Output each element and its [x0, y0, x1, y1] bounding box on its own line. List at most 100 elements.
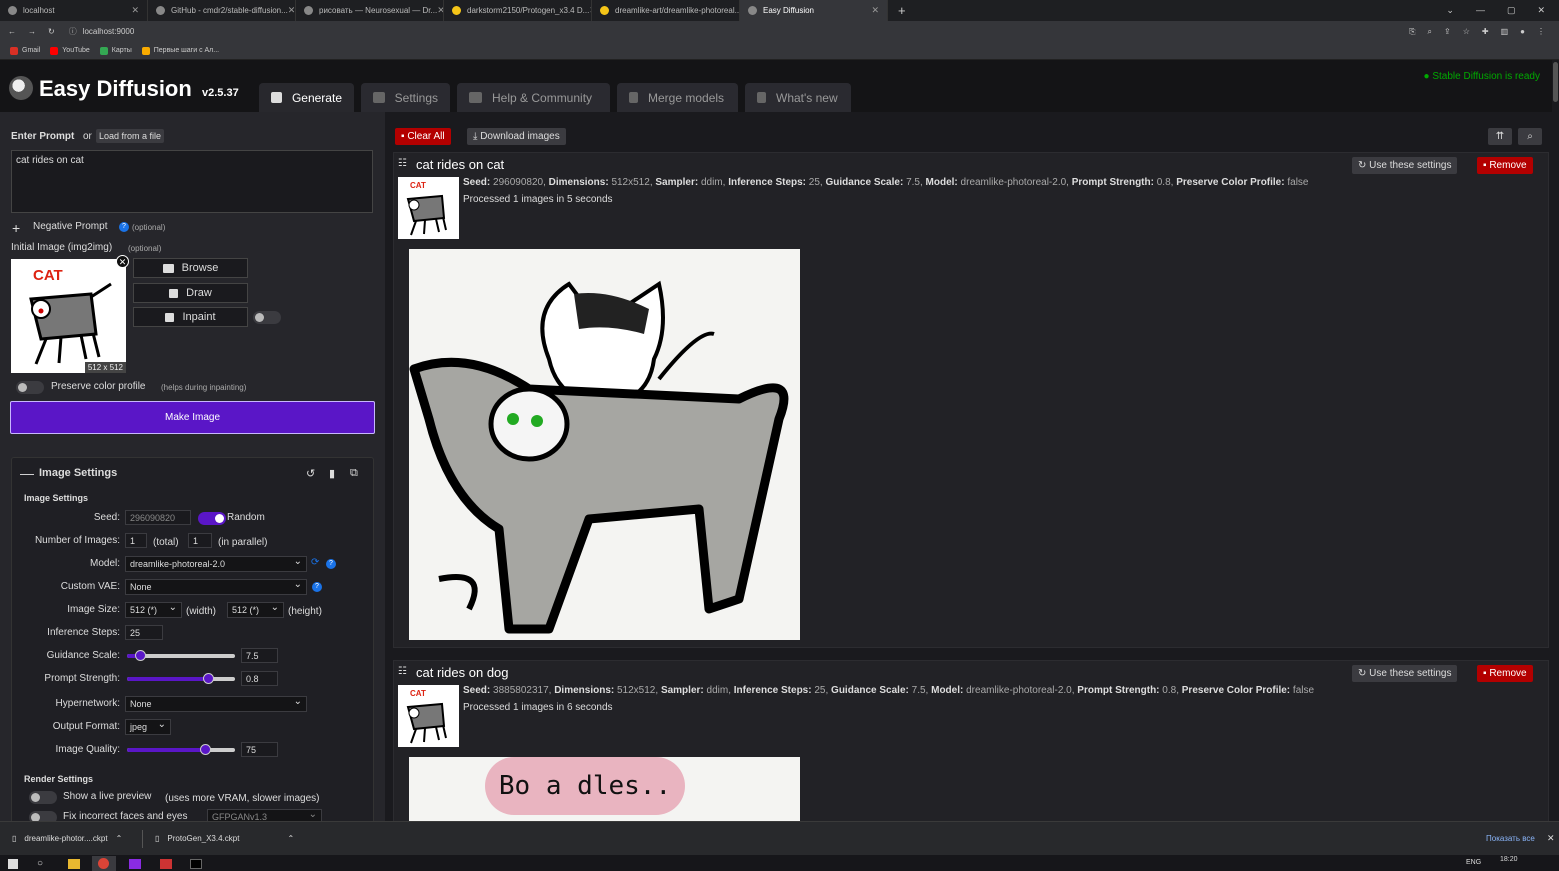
translate-icon[interactable]: ⎘	[1409, 27, 1415, 37]
tab-settings[interactable]: Settings	[361, 83, 450, 112]
windows-start-icon[interactable]	[8, 859, 18, 869]
new-tab-button[interactable]: +	[888, 0, 916, 21]
live-preview-toggle[interactable]	[29, 791, 57, 804]
task-title[interactable]: cat rides on cat	[416, 157, 504, 172]
chevron-up-icon[interactable]: ⌃	[287, 834, 294, 843]
chevron-up-icon[interactable]: ⌃	[116, 834, 123, 843]
minimize-icon[interactable]: —	[1476, 0, 1485, 21]
task-thumbnail[interactable]: CAT	[398, 685, 459, 747]
app-icon[interactable]	[129, 859, 141, 869]
tab-merge-models[interactable]: Merge models	[617, 83, 738, 112]
height-select[interactable]: 512 (*)	[227, 602, 284, 618]
num-parallel-input[interactable]: 1	[188, 533, 212, 548]
steps-input[interactable]: 25	[125, 625, 163, 640]
scrollbar-thumb[interactable]	[1553, 62, 1558, 102]
download-images-button[interactable]: ⤓ Download images	[467, 128, 566, 145]
preserve-color-toggle[interactable]	[16, 381, 44, 394]
close-icon[interactable]: ✕	[131, 5, 139, 16]
vae-select[interactable]: None	[125, 579, 307, 595]
tab-whats-new[interactable]: What's new	[745, 83, 851, 112]
bookmark-star-icon[interactable]: ☆	[1463, 27, 1470, 37]
close-icon[interactable]: ✕	[871, 5, 879, 16]
menu-icon[interactable]: ⋮	[1537, 27, 1545, 37]
bookmark-maps[interactable]: Карты	[99, 46, 132, 55]
app-icon[interactable]	[160, 859, 172, 869]
close-icon[interactable]: ✕	[1547, 833, 1555, 844]
bookmark-youtube[interactable]: YouTube	[50, 46, 90, 55]
hypernetwork-select[interactable]: None	[125, 696, 307, 712]
width-select[interactable]: 512 (*)	[125, 602, 182, 618]
collapse-all-button[interactable]: ⇈	[1488, 128, 1512, 145]
strength-slider[interactable]	[127, 673, 235, 684]
browser-tab[interactable]: localhost ✕	[0, 0, 148, 21]
collapse-icon[interactable]: —	[20, 465, 34, 481]
task-title[interactable]: cat rides on dog	[416, 665, 509, 680]
use-settings-button[interactable]: ↻ Use these settings	[1352, 665, 1458, 682]
extensions-icon[interactable]: ✚	[1482, 27, 1489, 37]
browser-tab[interactable]: dreamlike-art/dreamlike-photoreal...✕	[592, 0, 740, 21]
search-button[interactable]: ⌕	[1518, 128, 1542, 145]
bookmark-first-steps[interactable]: Первые шаги с Ал...	[141, 46, 219, 55]
seed-input[interactable]: 296090820	[125, 510, 191, 525]
help-icon[interactable]: ?	[312, 582, 322, 592]
format-select[interactable]: jpeg	[125, 719, 171, 735]
strength-input[interactable]: 0.8	[241, 671, 278, 686]
slider-handle[interactable]	[134, 650, 146, 661]
slider-handle[interactable]	[203, 673, 214, 684]
tab-generate[interactable]: Generate	[259, 83, 354, 112]
quality-slider[interactable]	[127, 744, 235, 755]
close-icon[interactable]: ✕	[437, 5, 443, 16]
sidebar-icon[interactable]: ▥	[1501, 27, 1509, 37]
generated-image[interactable]: Bo a dles..	[409, 757, 800, 821]
chrome-taskbar-button[interactable]	[92, 856, 116, 871]
back-icon[interactable]: ←	[8, 27, 16, 36]
download-item[interactable]: ▯ ProtoGen_X3.4.ckpt ⌃	[155, 834, 294, 843]
forward-icon[interactable]: →	[28, 27, 36, 36]
face-model-select[interactable]: GFPGANv1.3	[207, 809, 322, 821]
browser-tab[interactable]: рисовать — Neurosexual — Dr... ✕	[296, 0, 444, 21]
image-settings-title[interactable]: Image Settings	[39, 467, 117, 479]
fix-faces-toggle[interactable]	[29, 811, 57, 821]
guidance-input[interactable]: 7.5	[241, 648, 278, 663]
drag-handle-icon[interactable]: ☷	[398, 666, 407, 677]
window-close-icon[interactable]: ✕	[1537, 0, 1545, 21]
clock[interactable]: 18:20	[1500, 856, 1518, 863]
bookmark-gmail[interactable]: Gmail	[10, 46, 40, 55]
clipboard-icon[interactable]: ▮	[329, 467, 335, 480]
draw-button[interactable]: Draw	[133, 283, 248, 303]
url-field[interactable]: localhost:9000	[83, 27, 135, 36]
model-select[interactable]: dreamlike-photoreal-2.0	[125, 556, 307, 572]
maximize-icon[interactable]: ▢	[1507, 0, 1516, 21]
help-icon[interactable]: ?	[119, 222, 129, 232]
inpaint-button[interactable]: Inpaint	[133, 307, 248, 327]
browser-tab-active[interactable]: Easy Diffusion ✕	[740, 0, 888, 21]
download-item[interactable]: ▯ dreamlike-photor....ckpt ⌃	[12, 834, 122, 843]
browse-button[interactable]: Browse	[133, 258, 248, 278]
make-image-button[interactable]: Make Image	[10, 401, 375, 434]
zoom-icon[interactable]: ⌕	[1428, 27, 1432, 37]
browser-tab[interactable]: darkstorm2150/Protogen_x3.4 D...✕	[444, 0, 592, 21]
browser-tab[interactable]: GitHub - cmdr2/stable-diffusion... ✕	[148, 0, 296, 21]
clear-all-button[interactable]: ▪ Clear All	[395, 128, 451, 145]
reset-icon[interactable]: ↺	[306, 467, 315, 480]
num-images-input[interactable]: 1	[125, 533, 147, 548]
copy-icon[interactable]: ⧉	[350, 467, 358, 480]
language-indicator[interactable]: ENG	[1466, 859, 1481, 866]
use-settings-button[interactable]: ↻ Use these settings	[1352, 157, 1458, 174]
page-scrollbar[interactable]	[1552, 60, 1559, 821]
task-thumbnail[interactable]: CAT	[398, 177, 459, 239]
refresh-icon[interactable]: ⟳	[311, 557, 319, 568]
remove-task-button[interactable]: ▪ Remove	[1477, 157, 1533, 174]
show-all-button[interactable]: Показать все	[1486, 834, 1535, 843]
inpaint-toggle[interactable]	[253, 311, 281, 324]
quality-input[interactable]: 75	[241, 742, 278, 757]
tab-help-community[interactable]: Help & Community	[457, 83, 610, 112]
profile-icon[interactable]: ●	[1520, 27, 1525, 37]
remove-image-icon[interactable]: ✕	[116, 255, 129, 268]
negative-prompt-label[interactable]: Negative Prompt	[33, 221, 107, 232]
help-icon[interactable]: ?	[326, 559, 336, 569]
drag-handle-icon[interactable]: ☷	[398, 158, 407, 169]
tab-search-icon[interactable]: ⌄	[1446, 0, 1454, 21]
reload-icon[interactable]: ↻	[48, 27, 55, 36]
expand-plus-icon[interactable]: +	[12, 220, 20, 236]
